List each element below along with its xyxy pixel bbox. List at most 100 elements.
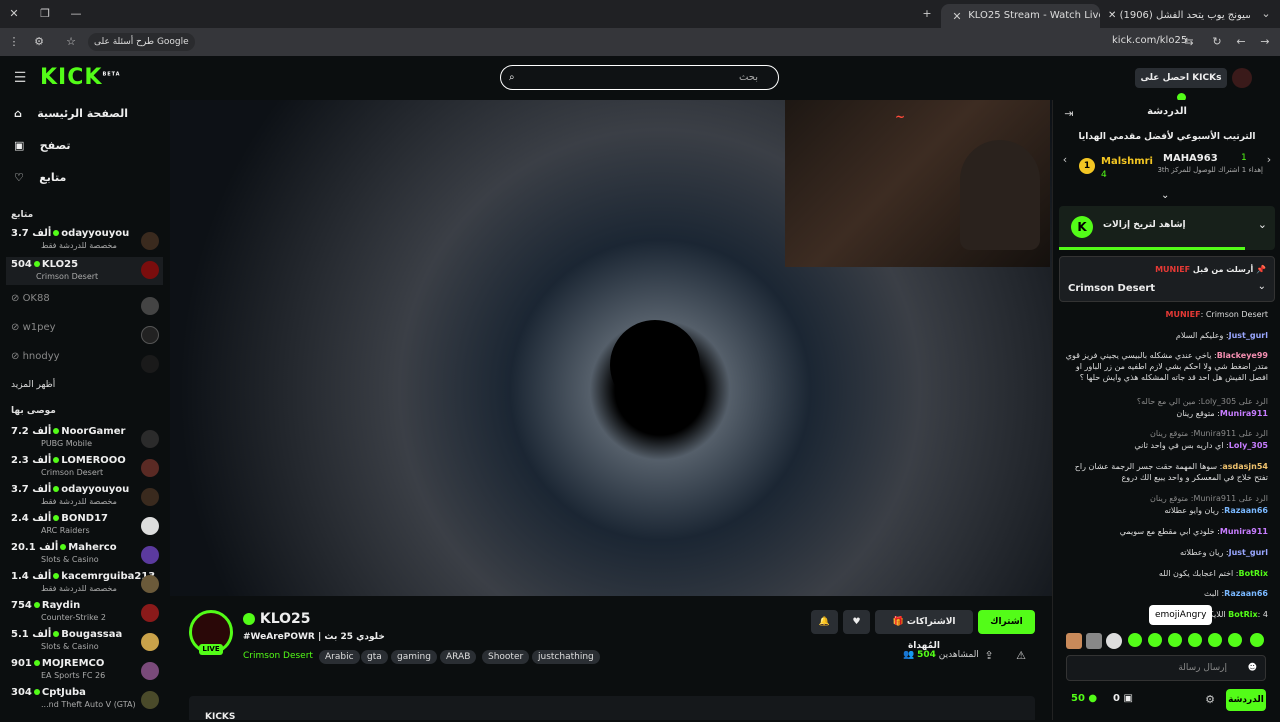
show-more-link[interactable]: أظهر المزيد: [11, 380, 55, 390]
emote-icon[interactable]: [1128, 633, 1142, 647]
emote-icon[interactable]: [1188, 633, 1202, 647]
kicks-watch-banner[interactable]: K إشاهد لتريخ إزالات ⌄: [1059, 206, 1275, 250]
send-chat-button[interactable]: الدردشة: [1226, 689, 1266, 711]
bookmark-star-icon[interactable]: ☆: [63, 34, 79, 50]
channel-ok88[interactable]: ⊘ OK88: [11, 293, 163, 321]
menu-dots-icon[interactable]: ⋮: [6, 34, 22, 50]
channel-noorgamer[interactable]: 7.2 ألف NoorGamer PUBG Mobile: [11, 426, 163, 454]
minimize-icon[interactable]: —: [68, 6, 84, 22]
extension-icon[interactable]: ⚙: [31, 34, 47, 50]
channel-cptjuba[interactable]: 304 CptJuba ...nd Theft Auto V (GTA): [11, 687, 163, 715]
site-settings-icon[interactable]: ⇆: [1181, 34, 1197, 50]
chat-username[interactable]: BotRix: [1239, 569, 1268, 578]
tab-youtube[interactable]: ✕ (1906) سيونج يوب يتحد الفشل: [1100, 4, 1250, 28]
chat-username[interactable]: Blackeye99: [1217, 351, 1268, 360]
nav-browse[interactable]: ▣ تصفح: [14, 136, 71, 156]
get-kicks-button[interactable]: احصل على KICKs: [1135, 68, 1227, 102]
chevron-left-icon[interactable]: ‹: [1057, 152, 1073, 168]
emote-icon[interactable]: [1066, 633, 1082, 649]
chat-input[interactable]: إرسال رسالة ☻: [1066, 655, 1266, 681]
tab-search-icon[interactable]: ⌄: [1258, 6, 1274, 22]
close-window-icon[interactable]: ✕: [6, 6, 22, 22]
channel-name: NoorGamer: [61, 426, 126, 437]
chat-title: الدردشة: [1147, 106, 1187, 117]
chat-username[interactable]: Loly_305: [1229, 441, 1268, 450]
report-icon[interactable]: ⚠: [1013, 648, 1029, 664]
chat-username[interactable]: BotRix: [1228, 610, 1257, 619]
tag-chip[interactable]: justchathing: [532, 650, 600, 664]
tag-chip[interactable]: gta: [361, 650, 388, 664]
channel-raydin[interactable]: 754 Raydin Counter-Strike 2: [11, 600, 163, 628]
maximize-icon[interactable]: ❐: [37, 6, 53, 22]
pinned-message[interactable]: 📌 أرسلت من قبل MUNIEF Crimson Desert ⌄: [1059, 256, 1275, 302]
subscribe-button[interactable]: اشتراك: [978, 610, 1035, 634]
chat-username[interactable]: Razaan66: [1224, 589, 1268, 598]
channel-bond17[interactable]: 2.4 ألف BOND17 ARC Raiders: [11, 513, 163, 541]
search-input[interactable]: بحث ⌕: [500, 65, 779, 90]
expand-pinned-icon[interactable]: ⌄: [1258, 281, 1266, 292]
new-tab-icon[interactable]: +: [919, 6, 935, 22]
nav-following[interactable]: ♡ متابع: [14, 168, 66, 188]
channel-category: Slots & Casino: [41, 642, 99, 651]
emote-icon[interactable]: [1208, 633, 1222, 647]
reload-icon[interactable]: ↻: [1209, 34, 1225, 50]
expand-leaderboard-icon[interactable]: ⌄: [1161, 190, 1169, 201]
chat-text: خلودي ابي مقطع مع سويمي: [1119, 527, 1215, 536]
chat-username[interactable]: Munira911: [1220, 409, 1268, 418]
channel-kacemrguiba213[interactable]: 1.4 ألف kacemrguiba213 مخصصة للدردشة فقط: [11, 571, 163, 599]
emote-icon[interactable]: [1086, 633, 1102, 649]
share-icon[interactable]: ⇪: [981, 648, 997, 664]
chat-username[interactable]: Razaan66: [1224, 506, 1268, 515]
channel-klo25[interactable]: 504 KLO25 Crimson Desert: [6, 257, 163, 285]
channel-title[interactable]: KLO25: [243, 611, 311, 627]
tag-chip[interactable]: Shooter: [482, 650, 530, 664]
emote-icon[interactable]: [1106, 633, 1122, 649]
channel-w1pey[interactable]: ⊘ w1pey: [11, 322, 163, 350]
chat-username[interactable]: Just_gurl: [1229, 331, 1268, 340]
tab-active[interactable]: ✕ KLO25 Stream - Watch Live on: [941, 4, 1100, 28]
channel-hnodyy[interactable]: ⊘ hnodyy: [11, 351, 163, 379]
category-link[interactable]: Crimson Desert: [243, 651, 313, 661]
user-avatar[interactable]: [1232, 68, 1252, 88]
gift-subs-button[interactable]: 🎁 الاشتراكات المُهداة: [875, 610, 973, 651]
close-tab-icon[interactable]: ✕: [949, 9, 965, 25]
channel-maherco[interactable]: 20.1 ألف Maherco Slots & Casino: [11, 542, 163, 570]
offline-icon: ⊘: [11, 322, 23, 333]
chevron-down-icon[interactable]: ⌄: [1258, 218, 1267, 231]
nav-home[interactable]: ⌂ الصفحة الرئيسية: [14, 104, 128, 124]
chevron-right-icon[interactable]: ›: [1261, 152, 1277, 168]
url-text[interactable]: kick.com/klo25: [1112, 35, 1187, 46]
reply-context: الرد على Munira911: متوقع رينان: [1149, 429, 1268, 438]
chat-username[interactable]: MUNIEF: [1166, 310, 1201, 319]
channel-odayyouyou-rec[interactable]: 3.7 ألف odayyouyou مخصصة للدردشة فقط: [11, 484, 163, 512]
emote-icon[interactable]: [1250, 633, 1264, 647]
follow-heart-button[interactable]: ♥: [843, 610, 870, 634]
chat-settings-icon[interactable]: ⚙: [1202, 692, 1218, 708]
channel-bougassaa[interactable]: 5.1 ألف Bougassaa Slots & Casino: [11, 629, 163, 657]
emote-icon[interactable]: [1148, 633, 1162, 647]
channel-mojremco[interactable]: 901 MOJREMCO EA Sports FC 26: [11, 658, 163, 686]
emote-angry-icon[interactable]: [1168, 633, 1182, 647]
channel-points[interactable]: 50 ●: [1071, 693, 1097, 704]
google-ask-chip[interactable]: طرح أسئلة على Google: [88, 33, 195, 51]
chat-username[interactable]: Munira911: [1220, 527, 1268, 536]
chat-text: ريان وايو عطلاته: [1164, 506, 1219, 515]
channel-lomerooo[interactable]: 2.3 ألف LOMEROOO Crimson Desert: [11, 455, 163, 483]
kick-logo[interactable]: KICKBETA: [40, 65, 121, 90]
forward-icon[interactable]: →: [1257, 34, 1273, 50]
emoji-picker-icon[interactable]: ☻: [1248, 656, 1257, 680]
channel-category: PUBG Mobile: [41, 439, 93, 448]
channel-odayyouyou[interactable]: 3.7 ألف odayyouyou مخصصة للدردشة فقط: [11, 228, 163, 256]
leaderboard-title: الترتيب الأسبوعي لأفضل مقدمي الهدايا: [1078, 132, 1256, 142]
tag-chip[interactable]: ARAB: [440, 650, 477, 664]
hamburger-menu-icon[interactable]: ☰: [12, 70, 28, 86]
kicks-balance[interactable]: 0 ▣: [1113, 693, 1133, 704]
emote-icon[interactable]: [1228, 633, 1242, 647]
tag-chip[interactable]: Arabic: [319, 650, 360, 664]
notification-bell-button[interactable]: 🔔: [811, 610, 838, 634]
back-icon[interactable]: ←: [1233, 34, 1249, 50]
chat-username[interactable]: Just_gurl: [1229, 548, 1268, 557]
close-tab-icon[interactable]: ✕: [1108, 10, 1120, 21]
chat-username[interactable]: asdasjn54: [1222, 462, 1268, 471]
tag-chip[interactable]: gaming: [391, 650, 437, 664]
